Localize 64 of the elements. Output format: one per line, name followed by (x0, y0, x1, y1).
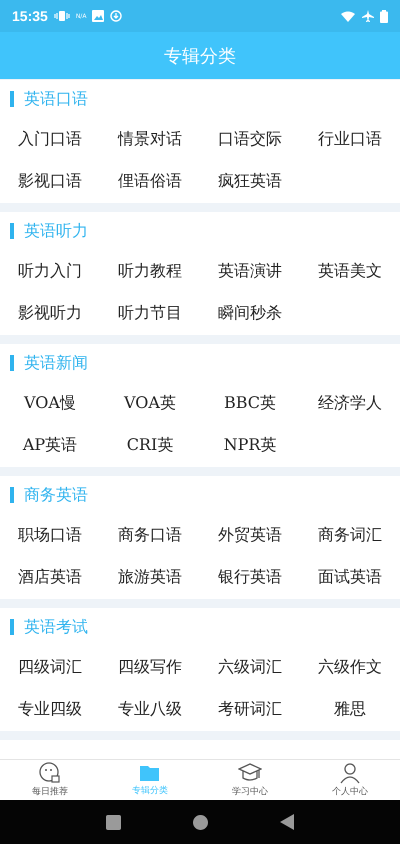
category-item[interactable]: 职场口语 (0, 514, 100, 556)
home-button[interactable] (193, 814, 208, 830)
category-item[interactable]: 英语演讲 (200, 250, 300, 292)
category-item[interactable]: 四级写作 (100, 646, 200, 688)
category-item[interactable]: VOA慢 (0, 382, 100, 424)
section-title: 英语新闻 (24, 352, 88, 374)
category-item[interactable]: NPR英 (200, 424, 300, 466)
category-item[interactable]: 雅思 (300, 688, 400, 730)
category-item[interactable]: 商务口语 (100, 514, 200, 556)
accent-bar (10, 619, 14, 635)
category-item[interactable]: 情景对话 (100, 118, 200, 160)
category-item[interactable]: 瞬间秒杀 (200, 292, 300, 334)
category-item[interactable]: VOA英 (100, 382, 200, 424)
category-item[interactable]: 六级词汇 (200, 646, 300, 688)
page-title: 专辑分类 (164, 44, 236, 68)
vibrate-icon (54, 10, 70, 22)
category-item[interactable]: 酒店英语 (0, 556, 100, 598)
category-item[interactable]: 商务词汇 (300, 514, 400, 556)
category-item[interactable]: 行业口语 (300, 118, 400, 160)
accent-bar (10, 223, 14, 239)
accent-bar (10, 355, 14, 371)
category-item[interactable]: 疯狂英语 (200, 160, 300, 202)
category-item[interactable]: 专业八级 (100, 688, 200, 730)
category-item[interactable]: 经济学人 (300, 382, 400, 424)
recents-button[interactable] (106, 814, 121, 830)
category-item[interactable]: 听力入门 (0, 250, 100, 292)
airplane-icon (362, 10, 374, 22)
category-item[interactable]: 口语交际 (200, 118, 300, 160)
category-item[interactable]: CRI英 (100, 424, 200, 466)
download-icon (110, 10, 122, 22)
battery-icon (380, 10, 388, 22)
tab[interactable]: 个人中心 (300, 760, 400, 800)
category-item[interactable]: 影视听力 (0, 292, 100, 334)
category-item[interactable]: 旅游英语 (100, 556, 200, 598)
accent-bar (10, 91, 14, 107)
category-item[interactable]: 听力节目 (100, 292, 200, 334)
image-icon (92, 10, 104, 22)
category-item[interactable]: 专业四级 (0, 688, 100, 730)
category-item[interactable]: 入门口语 (0, 118, 100, 160)
person-icon (339, 762, 361, 784)
category-item[interactable]: 银行英语 (200, 556, 300, 598)
accent-bar (10, 487, 14, 503)
status-time: 15:35 (12, 8, 48, 24)
section-title: 英语口语 (24, 88, 88, 110)
folder-icon (139, 763, 161, 783)
category-item[interactable]: 四级词汇 (0, 646, 100, 688)
wifi-icon (341, 10, 356, 22)
tab[interactable]: 学习中心 (200, 760, 300, 800)
category-item[interactable]: 六级作文 (300, 646, 400, 688)
section-title: 英语考试 (24, 616, 88, 638)
category-item[interactable]: 影视口语 (0, 160, 100, 202)
back-button[interactable] (280, 814, 294, 830)
category-item[interactable]: 面试英语 (300, 556, 400, 598)
category-item[interactable]: 英语美文 (300, 250, 400, 292)
section-title: 商务英语 (24, 484, 88, 506)
smiley-thumb-icon (39, 762, 61, 784)
category-item[interactable]: 听力教程 (100, 250, 200, 292)
tab[interactable]: 每日推荐 (0, 760, 100, 800)
category-item[interactable]: AP英语 (0, 424, 100, 466)
category-item[interactable]: BBC英 (200, 382, 300, 424)
category-item[interactable]: 考研词汇 (200, 688, 300, 730)
category-item[interactable]: 俚语俗语 (100, 160, 200, 202)
section-title: 英语听力 (24, 220, 88, 242)
category-item[interactable]: 外贸英语 (200, 514, 300, 556)
